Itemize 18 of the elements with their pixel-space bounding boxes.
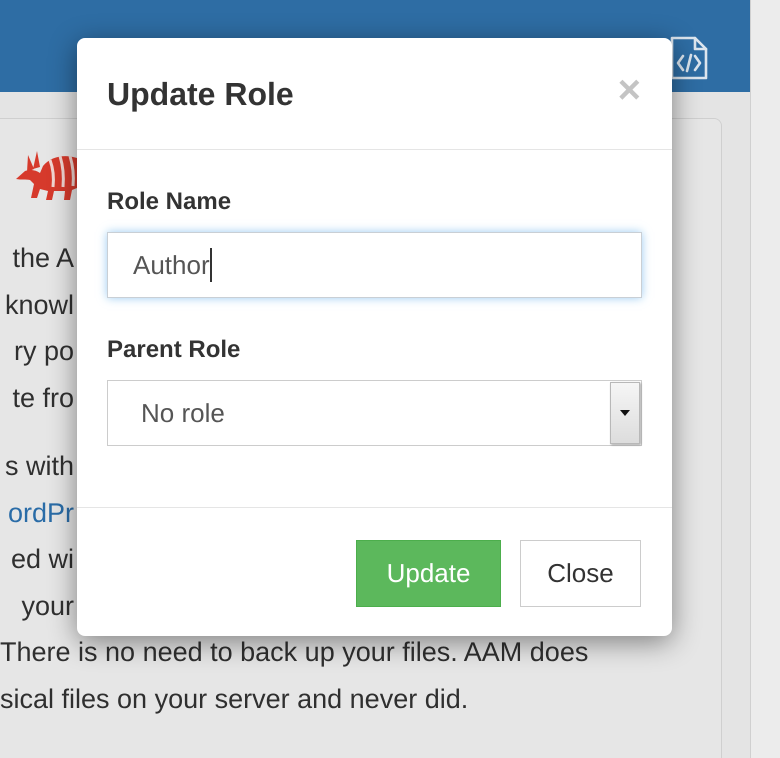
field-label: Parent Role [107,335,240,365]
body-text: the A [12,242,74,274]
body-text: sical files on your server and never did. [0,682,468,715]
body-text: te fro [12,382,74,414]
body-text: ry po [14,335,74,368]
text-cursor [210,248,212,282]
dialog-title: Update Role [107,78,294,110]
select-field[interactable]: No role [107,380,642,446]
body-text: your [21,590,74,622]
body-text: ed wi [10,543,74,576]
field-label: Role Name [107,187,232,217]
text-link[interactable]: ordPr [8,496,74,529]
text-input[interactable]: Author [107,232,642,298]
secondary-button[interactable]: Close [520,540,641,607]
code-file-icon[interactable] [670,36,708,80]
body-text: s with [4,450,74,482]
body-text: There is no need to back up your files. AAM does [0,636,588,668]
body-text: knowl [4,288,74,321]
